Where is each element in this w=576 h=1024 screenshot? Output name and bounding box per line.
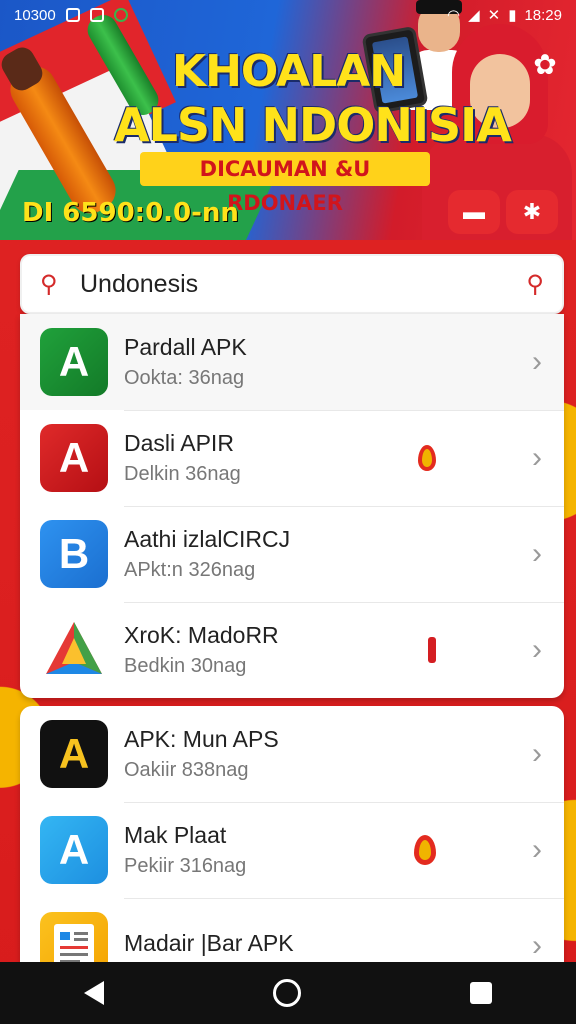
chevron-right-icon[interactable]: › (532, 441, 542, 475)
navigation-bar (0, 962, 576, 1024)
app-subtitle: Bedkin 30nag (124, 655, 247, 677)
app-name: Dasli APIR (124, 430, 234, 456)
signal-icon: ◢ (468, 7, 480, 24)
app-name: Aathi izlalCIRCJ (124, 526, 291, 552)
recents-icon[interactable] (469, 982, 492, 1004)
app-name: XroK: MadoRR (124, 622, 279, 648)
battery-icon: ▮ (508, 7, 517, 24)
chevron-right-icon[interactable]: › (532, 737, 542, 771)
app-name: Madair |Bar APK (124, 929, 294, 956)
app-icon: A (40, 816, 108, 884)
chrome-icon (113, 8, 128, 22)
status-bar: 10300 ◠ ◢ ✕ ▮ 18:29 (0, 0, 576, 30)
banner-price: DI 6590:0.0-nn (22, 198, 239, 228)
app-subtitle: Oakiir 838nag (124, 759, 249, 781)
chevron-right-icon[interactable]: › (532, 833, 542, 867)
home-icon[interactable] (272, 979, 301, 1007)
badge-icon (428, 637, 436, 663)
chevron-right-icon[interactable]: › (532, 345, 542, 379)
search-bar[interactable]: ⚲ Undonesis ⚲ (20, 254, 564, 314)
back-icon[interactable] (84, 981, 105, 1005)
app-subtitle: APkt:n 326nag (124, 559, 256, 581)
mute-icon: ✕ (487, 7, 501, 24)
list-item[interactable]: Madair |Bar APK › (20, 898, 564, 962)
promo-banner[interactable]: KHOALAN ALSN NDONISIA DICAUMAN &U RDONAE… (0, 0, 576, 240)
app-name: Pardall APK (124, 334, 247, 360)
banner-title-line1: KHOALAN (172, 46, 406, 97)
chat-icon[interactable]: ▬ (448, 190, 500, 234)
badge-icon (418, 445, 436, 471)
app-icon: B (40, 520, 108, 588)
app-list-card: A Pardall APK Ookta: 36nag › A Dasli API… (20, 314, 564, 698)
chevron-right-icon[interactable]: › (532, 633, 542, 667)
banner-title-line2: ALSN NDONISIA (114, 98, 512, 152)
list-item[interactable]: A APK: Mun APS Oakiir 838nag › (20, 706, 564, 802)
list-item[interactable]: XroK: MadoRR Bedkin 30nag › (20, 602, 564, 698)
status-left-text: 10300 (14, 6, 56, 24)
gear-icon[interactable]: ✿ (528, 48, 562, 82)
chevron-right-icon[interactable]: › (532, 929, 542, 962)
list-item[interactable]: B Aathi izlalCIRCJ APkt:n 326nag › (20, 506, 564, 602)
status-time: 18:29 (524, 6, 562, 24)
badge-icon (414, 835, 436, 865)
app-subtitle: Delkin 36nag (124, 463, 241, 485)
nfc-icon (89, 8, 104, 22)
app-icon: A (40, 424, 108, 492)
app-icon: A (40, 720, 108, 788)
app-subtitle: Ookta: 36nag (124, 367, 245, 389)
list-item[interactable]: A Mak Plaat Pekiir 316nag › (20, 802, 564, 898)
banner-subtitle: DICAUMAN &U RDONAER (140, 152, 430, 215)
app-list-card: A APK: Mun APS Oakiir 838nag › A Mak Pla… (20, 706, 564, 962)
star-icon[interactable]: ✱ (506, 190, 558, 234)
notification-icon (65, 8, 80, 22)
app-name: Mak Plaat (124, 822, 227, 848)
app-icon (40, 616, 108, 684)
app-name: APK: Mun APS (124, 726, 279, 752)
search-icon[interactable]: ⚲ (526, 270, 544, 299)
list-item[interactable]: A Dasli APIR Delkin 36nag › (20, 410, 564, 506)
search-icon[interactable]: ⚲ (40, 270, 70, 299)
list-item[interactable]: A Pardall APK Ookta: 36nag › (20, 314, 564, 410)
chevron-right-icon[interactable]: › (532, 537, 542, 571)
app-icon: A (40, 328, 108, 396)
wifi-icon: ◠ (446, 7, 461, 24)
app-icon (40, 912, 108, 962)
app-subtitle: Pekiir 316nag (124, 855, 247, 877)
search-input[interactable]: Undonesis (80, 270, 198, 299)
